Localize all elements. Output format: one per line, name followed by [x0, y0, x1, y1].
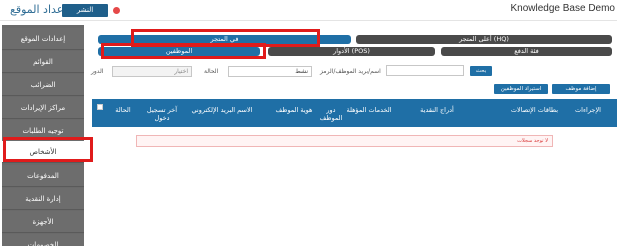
select-all-checkbox[interactable]	[97, 104, 103, 110]
search-label: اسم/بريد الموظف/الرمز	[320, 68, 381, 75]
tab-payment-category[interactable]: فئة الدفع	[441, 47, 612, 56]
sidebar-item-order-routing[interactable]: توجيه الطلبات	[2, 120, 84, 142]
role-label: الدور	[91, 68, 104, 75]
column-header-employee-id: هوية الموظف	[275, 106, 313, 114]
tab-roles-pos[interactable]: (POS) الأدوار	[268, 47, 435, 56]
sidebar-item-devices[interactable]: الأجهزة	[2, 211, 84, 233]
table-header: الإجراءات بطاقات الإتصالات أدراج النقدية…	[92, 99, 617, 127]
sidebar: إعدادات الموقع القوائم الضرائب مراكز الإ…	[2, 25, 84, 246]
empty-records-message: لا توجد سجلات	[136, 135, 553, 147]
sidebar-item-taxes[interactable]: الضرائب	[2, 74, 84, 96]
status-select[interactable]: نشط	[228, 66, 312, 77]
top-header: إعداد الموقع النشر Knowledge Base Demo	[0, 0, 617, 21]
column-header-name-email: الاسم البريد الإلكتروني	[191, 106, 253, 114]
sidebar-item-people[interactable]: الأشخاص	[2, 141, 84, 163]
sidebar-item-revenue-centers[interactable]: مراكز الإيرادات	[2, 97, 84, 119]
sidebar-item-payments[interactable]: المدفوعات	[2, 165, 84, 187]
status-indicator-icon	[113, 7, 120, 14]
column-header-last-login: آخر تسجيل دخول	[146, 106, 178, 122]
search-button[interactable]: بحث	[470, 66, 492, 76]
sidebar-item-menus[interactable]: القوائم	[2, 51, 84, 73]
tab-above-store-hq[interactable]: (HQ) أعلى المتجر	[356, 35, 612, 44]
search-input[interactable]	[386, 65, 464, 76]
publish-button[interactable]: النشر	[62, 4, 108, 17]
tab-employees[interactable]: الموظفين	[98, 47, 260, 56]
role-select[interactable]: اختيار	[112, 66, 192, 77]
tab-in-store[interactable]: في المتجر	[98, 35, 351, 44]
status-label: الحالة	[204, 68, 219, 75]
import-employees-button[interactable]: استيراد الموظفين	[494, 84, 548, 94]
sidebar-item-site-settings[interactable]: إعدادات الموقع	[2, 28, 84, 50]
app-name: Knowledge Base Demo	[510, 3, 615, 14]
column-header-actions: الإجراءات	[575, 106, 601, 114]
column-header-cash-drawers: أدراج النقدية	[420, 106, 454, 114]
column-header-comm-cards: بطاقات الإتصالات	[510, 106, 559, 114]
page-title: إعداد الموقع	[10, 3, 67, 16]
column-header-employee-role: دور الموظف	[319, 106, 343, 122]
column-header-status: الحالة	[115, 106, 131, 114]
add-employee-button[interactable]: إضافة موظف	[552, 84, 610, 94]
sidebar-item-discounts[interactable]: الخصومات	[2, 234, 84, 246]
sidebar-item-cash-management[interactable]: إدارة النقدية	[2, 188, 84, 210]
